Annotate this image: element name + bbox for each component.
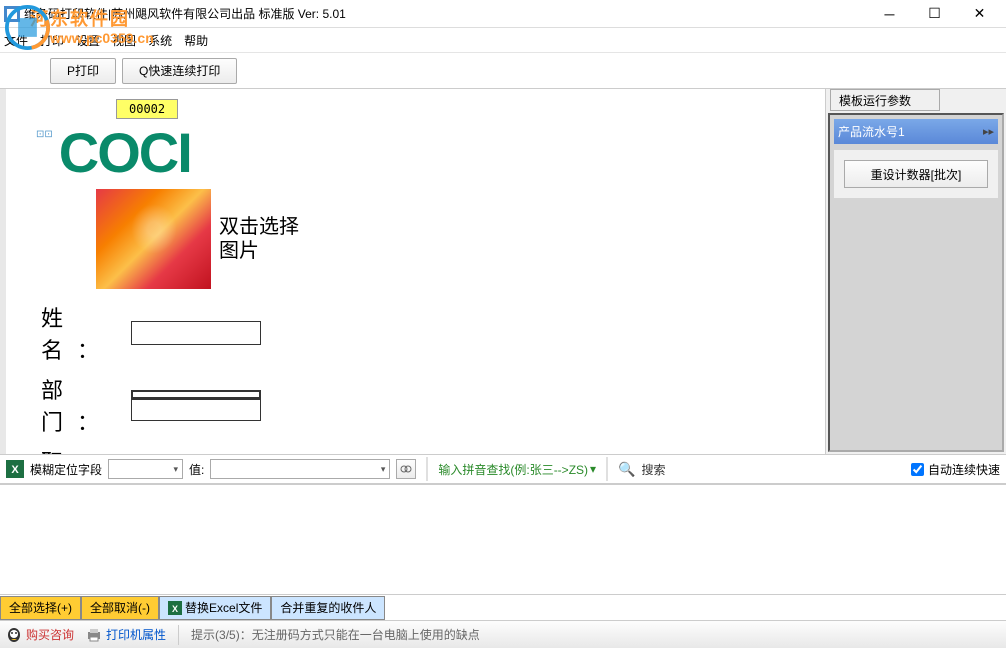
qq-icon (6, 627, 22, 643)
chevron-down-icon: ▾ (381, 464, 386, 475)
close-button[interactable]: ✕ (957, 0, 1002, 28)
menubar: 文件 打印 设置 视图 系统 帮助 (0, 28, 1006, 52)
binoculars-icon (400, 463, 412, 475)
app-icon (4, 6, 20, 22)
status-tip: 提示(3/5)：无注册码方式只能在一台电脑上使用的缺点 (191, 626, 480, 643)
title-label: 职务： (41, 445, 131, 454)
menu-settings[interactable]: 设置 (76, 32, 100, 49)
merge-duplicates-button[interactable]: 合并重复的收件人 (271, 596, 385, 620)
menu-print[interactable]: 打印 (40, 32, 64, 49)
minimize-button[interactable]: ─ (867, 0, 912, 28)
menu-help[interactable]: 帮助 (184, 32, 208, 49)
parameters-panel: 模板运行参数 产品流水号1 ▸▸ 重设计数器[批次] (826, 89, 1006, 454)
maximize-button[interactable]: ☐ (912, 0, 957, 28)
auto-continuous-checkbox[interactable] (911, 463, 924, 476)
serial-number-field[interactable]: 00002 (116, 99, 178, 119)
toolbar: P打印 Q快速连续打印 (0, 52, 1006, 88)
chevron-down-icon: ▾ (173, 464, 178, 475)
panel-tab-params[interactable]: 模板运行参数 (830, 89, 940, 111)
excel-icon: X (168, 601, 182, 615)
serial-section-header[interactable]: 产品流水号1 ▸▸ (834, 119, 998, 144)
chevron-down-icon[interactable]: ▾ (590, 462, 596, 476)
design-canvas[interactable]: 00002 ⊡⊡ COCI 双击选择图片 姓名： 部门： 职务 (0, 89, 826, 454)
menu-system[interactable]: 系统 (148, 32, 172, 49)
fuzzy-field-combo[interactable]: ▾ (108, 459, 183, 479)
image-placeholder[interactable] (96, 189, 211, 289)
buy-link[interactable]: 购买咨询 (6, 626, 74, 643)
printer-icon (86, 627, 102, 643)
search-label: 搜索 (642, 461, 666, 478)
value-combo[interactable]: ▾ (210, 459, 390, 479)
window-title: 维条码打印软件|苏州飓风软件有限公司出品 标准版 Ver: 5.01 (24, 5, 867, 22)
replace-excel-button[interactable]: X 替换Excel文件 (159, 596, 271, 620)
find-button[interactable] (396, 459, 416, 479)
fuzzy-field-label: 模糊定位字段 (30, 461, 102, 478)
svg-text:X: X (11, 464, 19, 476)
pinyin-hint: 输入拼音查找(例:张三-->ZS) ▾ (438, 461, 596, 478)
name-input[interactable] (131, 321, 261, 345)
action-bar: 全部选择(+) 全部取消(-) X 替换Excel文件 合并重复的收件人 (0, 594, 1006, 620)
data-grid[interactable] (0, 484, 1006, 594)
menu-file[interactable]: 文件 (4, 32, 28, 49)
excel-icon[interactable]: X (6, 460, 24, 478)
dept-input[interactable] (131, 397, 261, 421)
menu-view[interactable]: 视图 (112, 32, 136, 49)
search-icon[interactable]: 🔍 (618, 461, 635, 478)
dept-label: 部门： (41, 373, 131, 437)
filter-bar: X 模糊定位字段 ▾ 值: ▾ 输入拼音查找(例:张三-->ZS) ▾ 🔍 搜索… (0, 454, 1006, 484)
print-button[interactable]: P打印 (50, 58, 116, 84)
reset-counter-button[interactable]: 重设计数器[批次] (844, 160, 988, 188)
quick-print-button[interactable]: Q快速连续打印 (122, 58, 237, 84)
titlebar: 维条码打印软件|苏州飓风软件有限公司出品 标准版 Ver: 5.01 ─ ☐ ✕ (0, 0, 1006, 28)
name-label: 姓名： (41, 301, 131, 365)
auto-continuous-label: 自动连续快速 (928, 461, 1000, 478)
logo-text[interactable]: COCI (59, 125, 191, 181)
status-bar: 购买咨询 打印机属性 提示(3/5)：无注册码方式只能在一台电脑上使用的缺点 (0, 620, 1006, 648)
image-hint-text[interactable]: 双击选择图片 (219, 215, 309, 263)
printer-properties-link[interactable]: 打印机属性 (86, 626, 166, 643)
chevron-right-icon: ▸▸ (983, 125, 994, 138)
selection-handle-icon: ⊡⊡ (36, 129, 53, 140)
deselect-all-button[interactable]: 全部取消(-) (81, 596, 159, 620)
select-all-button[interactable]: 全部选择(+) (0, 596, 81, 620)
value-label: 值: (189, 461, 204, 478)
svg-text:X: X (172, 604, 178, 614)
